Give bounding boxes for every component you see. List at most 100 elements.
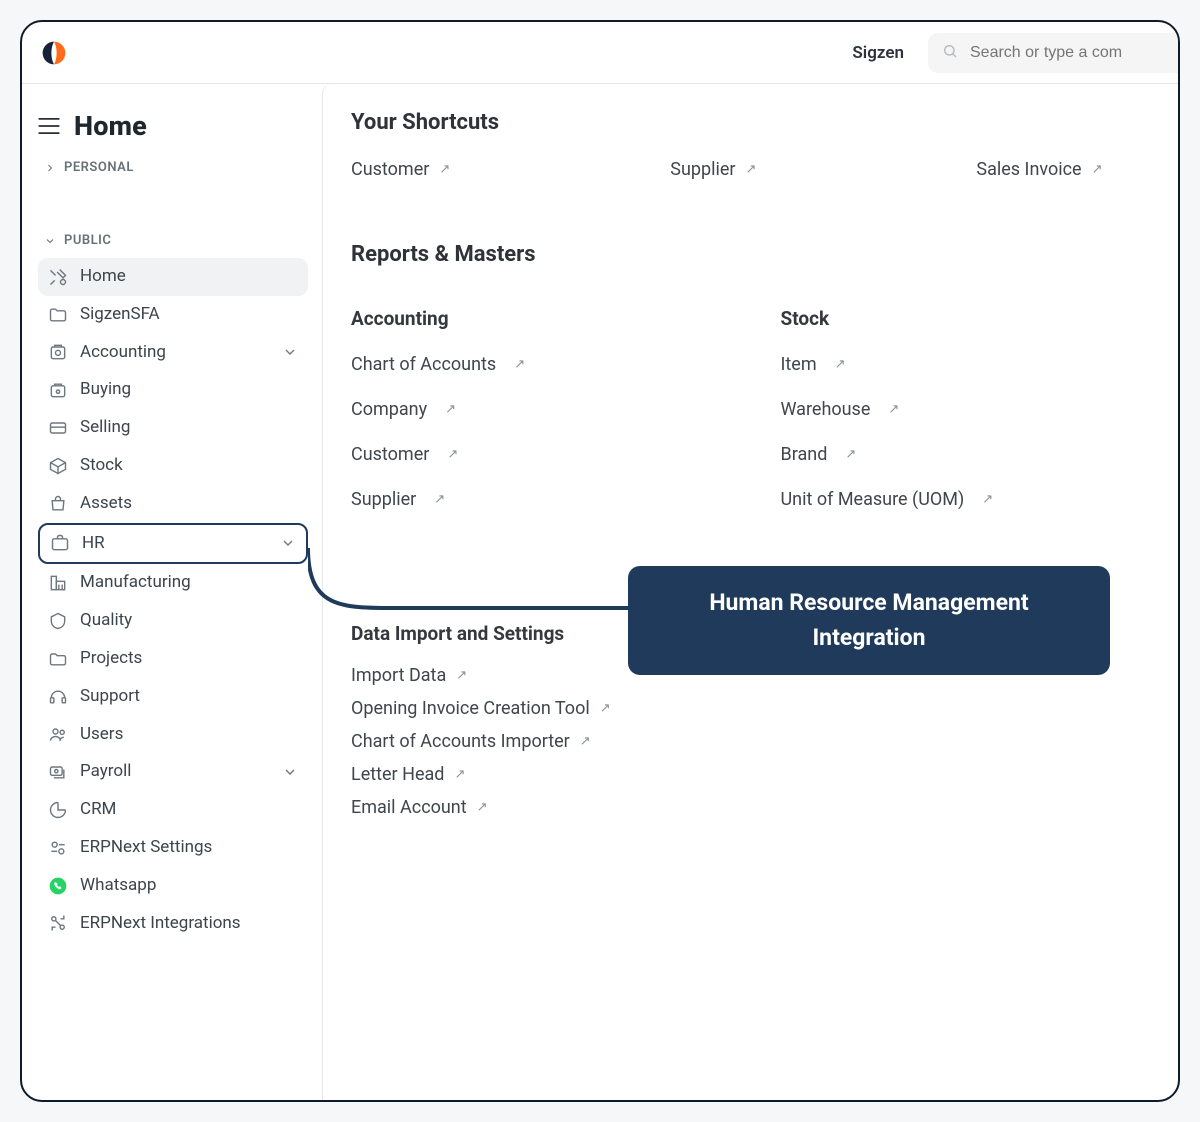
spacer <box>351 186 1150 242</box>
link-letter-head[interactable]: Letter Head ↗ <box>351 758 465 791</box>
shortcut-label: Sales Invoice <box>976 159 1081 180</box>
users-icon <box>48 724 68 744</box>
sidebar-item-hr[interactable]: HR <box>38 523 308 565</box>
shortcuts-title: Your Shortcuts <box>351 110 1150 135</box>
shortcut-label: Supplier <box>670 159 735 180</box>
hr-icon <box>50 533 70 553</box>
arrow-ne-icon: ↗ <box>835 357 846 372</box>
sidebar-item-home[interactable]: Home <box>38 258 308 296</box>
sidebar-item-assets[interactable]: Assets <box>38 485 308 523</box>
support-icon <box>48 687 68 707</box>
nav-label: Assets <box>80 492 132 516</box>
arrow-ne-icon: ↗ <box>1092 162 1103 177</box>
manufacturing-icon <box>48 573 68 593</box>
menu-toggle-icon[interactable] <box>38 118 60 134</box>
sidebar-section-public[interactable]: PUBLIC <box>44 233 302 248</box>
sidebar-nav: Home SigzenSFA Accounting <box>38 258 308 942</box>
chevron-down-icon <box>44 235 56 247</box>
quality-icon <box>48 611 68 631</box>
link-coa-importer[interactable]: Chart of Accounts Importer↗ <box>351 725 591 758</box>
arrow-ne-icon: ↗ <box>447 447 458 462</box>
link-opening-invoice-tool[interactable]: Opening Invoice Creation Tool↗ <box>351 692 611 725</box>
nav-label: HR <box>82 532 105 556</box>
sidebar-item-buying[interactable]: Buying <box>38 371 308 409</box>
sidebar-item-accounting[interactable]: Accounting <box>38 334 308 372</box>
sidebar-item-manufacturing[interactable]: Manufacturing <box>38 564 308 602</box>
nav-label: Buying <box>80 378 131 402</box>
nav-label: Selling <box>80 416 130 440</box>
sidebar-item-quality[interactable]: Quality <box>38 602 308 640</box>
nav-label: Support <box>80 685 140 709</box>
reports-title: Reports & Masters <box>351 242 1150 267</box>
arrow-ne-icon: ↗ <box>434 492 445 507</box>
sidebar-item-support[interactable]: Support <box>38 678 308 716</box>
settings-icon <box>48 838 68 858</box>
assets-icon <box>48 494 68 514</box>
link-label: Item <box>781 354 817 375</box>
arrow-ne-icon: ↗ <box>600 701 611 716</box>
link-label: Chart of Accounts Importer <box>351 731 570 752</box>
sidebar-item-projects[interactable]: Projects <box>38 640 308 678</box>
home-row: Home <box>38 110 308 142</box>
link-chart-of-accounts[interactable]: Chart of Accounts ↗ <box>351 348 525 381</box>
link-email-account[interactable]: Email Account↗ <box>351 791 488 824</box>
sidebar-item-crm[interactable]: CRM <box>38 791 308 829</box>
spacer <box>38 185 308 225</box>
shortcut-label: Customer <box>351 159 429 180</box>
sidebar-item-users[interactable]: Users <box>38 716 308 754</box>
link-label: Supplier <box>351 489 416 510</box>
sidebar-item-stock[interactable]: Stock <box>38 447 308 485</box>
sidebar-item-erpnext-settings[interactable]: ERPNext Settings <box>38 829 308 867</box>
sidebar-item-whatsapp[interactable]: Whatsapp <box>38 867 308 905</box>
link-label: Letter Head <box>351 764 444 785</box>
arrow-ne-icon: ↗ <box>456 668 467 683</box>
search-box[interactable] <box>928 33 1178 73</box>
link-label: Import Data <box>351 665 446 686</box>
nav-label: Quality <box>80 609 132 633</box>
arrow-ne-icon: ↗ <box>888 402 899 417</box>
sidebar-item-erpnext-integrations[interactable]: ERPNext Integrations <box>38 905 308 943</box>
callout-text: Human Resource Management Integration <box>709 589 1028 651</box>
shortcut-supplier[interactable]: Supplier ↗ <box>670 153 756 186</box>
sidebar-section-personal[interactable]: PERSONAL <box>44 160 302 175</box>
sidebar-item-sigzensfa[interactable]: SigzenSFA <box>38 296 308 334</box>
sidebar-item-selling[interactable]: Selling <box>38 409 308 447</box>
link-label: Chart of Accounts <box>351 354 496 375</box>
app-frame: Sigzen Home <box>20 20 1180 1102</box>
arrow-ne-icon: ↗ <box>454 767 465 782</box>
search-icon <box>942 43 958 63</box>
nav-label: ERPNext Settings <box>80 836 212 860</box>
topbar-right: Sigzen <box>852 33 1178 73</box>
arrow-ne-icon: ↗ <box>514 357 525 372</box>
reports-grid: Accounting Chart of Accounts↗ Company↗ C… <box>351 285 1150 522</box>
link-supplier[interactable]: Supplier ↗ <box>351 483 445 516</box>
nav-label: Accounting <box>80 341 166 365</box>
nav-label: Whatsapp <box>80 874 156 898</box>
shortcut-customer[interactable]: Customer ↗ <box>351 153 450 186</box>
search-input[interactable] <box>968 43 1164 63</box>
integrations-icon <box>48 913 68 933</box>
link-uom[interactable]: Unit of Measure (UOM)↗ <box>781 483 994 516</box>
link-warehouse[interactable]: Warehouse↗ <box>781 393 900 426</box>
link-label: Customer <box>351 444 429 465</box>
chevron-down-icon <box>280 535 296 551</box>
section-label-text: PUBLIC <box>64 233 111 248</box>
reports-col-stock: Stock Item↗ Warehouse↗ Brand↗ Unit of Me… <box>781 285 1151 522</box>
nav-label: Users <box>80 723 123 747</box>
link-label: Email Account <box>351 797 467 818</box>
arrow-ne-icon: ↗ <box>845 447 856 462</box>
folder-icon <box>48 305 68 325</box>
link-brand[interactable]: Brand↗ <box>781 438 857 471</box>
section-label-text: PERSONAL <box>64 160 134 175</box>
arrow-ne-icon: ↗ <box>982 492 993 507</box>
sidebar-item-payroll[interactable]: Payroll <box>38 753 308 791</box>
app-logo <box>40 39 68 67</box>
reports-col-accounting: Accounting Chart of Accounts↗ Company↗ C… <box>351 285 721 522</box>
link-import-data[interactable]: Import Data ↗ <box>351 659 467 692</box>
link-item[interactable]: Item ↗ <box>781 348 846 381</box>
shortcut-sales-invoice[interactable]: Sales Invoice ↗ <box>976 153 1102 186</box>
link-company[interactable]: Company↗ <box>351 393 456 426</box>
link-customer[interactable]: Customer ↗ <box>351 438 458 471</box>
tools-icon <box>48 267 68 287</box>
company-name[interactable]: Sigzen <box>852 43 904 63</box>
